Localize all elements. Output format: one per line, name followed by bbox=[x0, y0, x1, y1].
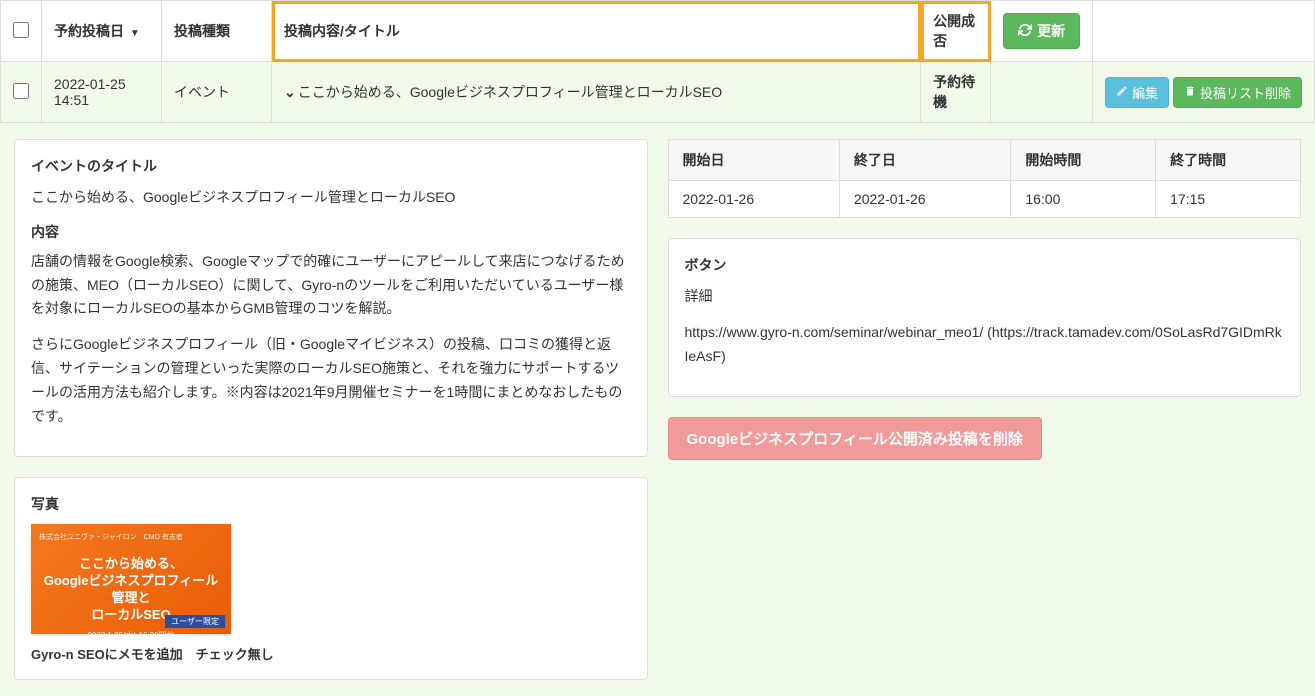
header-date-label: 予約投稿日 bbox=[54, 23, 124, 39]
photo-label: 写真 bbox=[31, 494, 631, 514]
row-checkbox[interactable] bbox=[13, 83, 29, 99]
content-label: 内容 bbox=[31, 222, 631, 242]
delete-list-button[interactable]: 投稿リスト削除 bbox=[1173, 77, 1302, 108]
end-date-value: 2022-01-26 bbox=[839, 181, 1010, 218]
end-date-header: 終了日 bbox=[839, 140, 1010, 181]
header-date[interactable]: 予約投稿日 ▼ bbox=[42, 1, 162, 62]
event-thumbnail[interactable]: 株式会社ユニヴァ・ジャイロン CMO 有志者 ここから始める、 Googleビジ… bbox=[31, 524, 231, 634]
cell-status: 予約待機 bbox=[921, 62, 991, 123]
event-detail-card: イベントのタイトル ここから始める、Googleビジネスプロフィール管理とローカ… bbox=[14, 139, 648, 457]
edit-button[interactable]: 編集 bbox=[1105, 77, 1169, 108]
posts-table: 予約投稿日 ▼ 投稿種類 投稿内容/タイトル 公開成否 更新 2022-01 bbox=[0, 0, 1315, 123]
detail-panel: イベントのタイトル ここから始める、Googleビジネスプロフィール管理とローカ… bbox=[0, 123, 1315, 696]
photo-card: 写真 株式会社ユニヴァ・ジャイロン CMO 有志者 ここから始める、 Googl… bbox=[14, 477, 648, 680]
start-date-value: 2022-01-26 bbox=[668, 181, 839, 218]
header-type: 投稿種類 bbox=[162, 1, 272, 62]
start-time-header: 開始時間 bbox=[1011, 140, 1156, 181]
start-time-value: 16:00 bbox=[1011, 181, 1156, 218]
table-row: 2022-01-25 14:51 イベント ⌄ここから始める、Googleビジネ… bbox=[1, 62, 1315, 123]
delete-published-post-button[interactable]: Googleビジネスプロフィール公開済み投稿を削除 bbox=[668, 417, 1042, 460]
update-button[interactable]: 更新 bbox=[1003, 13, 1080, 49]
refresh-icon bbox=[1018, 23, 1032, 40]
pencil-icon bbox=[1116, 85, 1128, 100]
button-card-label: ボタン bbox=[685, 255, 1285, 275]
event-title-label: イベントのタイトル bbox=[31, 156, 631, 176]
header-checkbox-cell bbox=[1, 1, 42, 62]
button-detail-label: 詳細 bbox=[685, 285, 1285, 309]
end-time-header: 終了時間 bbox=[1156, 140, 1301, 181]
caret-down-icon: ▼ bbox=[130, 28, 140, 39]
select-all-checkbox[interactable] bbox=[13, 22, 29, 38]
start-date-header: 開始日 bbox=[668, 140, 839, 181]
chevron-down-icon: ⌄ bbox=[284, 84, 296, 100]
header-title: 投稿内容/タイトル bbox=[272, 1, 921, 62]
thumbnail-caption: Gyro-n SEOにメモを追加 チェック無し bbox=[31, 644, 631, 663]
content-paragraph-1: 店舗の情報をGoogle検索、Googleマップで的確にユーザーにアピールして来… bbox=[31, 250, 631, 321]
header-actions-cell bbox=[1093, 1, 1315, 62]
event-title-value: ここから始める、Googleビジネスプロフィール管理とローカルSEO bbox=[31, 186, 631, 210]
cell-type: イベント bbox=[162, 62, 272, 123]
cell-date: 2022-01-25 14:51 bbox=[42, 62, 162, 123]
header-status: 公開成否 bbox=[921, 1, 991, 62]
button-url: https://www.gyro-n.com/seminar/webinar_m… bbox=[685, 321, 1285, 369]
content-paragraph-2: さらにGoogleビジネスプロフィール（旧・Googleマイビジネス）の投稿、口… bbox=[31, 333, 631, 428]
end-time-value: 17:15 bbox=[1156, 181, 1301, 218]
cell-title[interactable]: ⌄ここから始める、Googleビジネスプロフィール管理とローカルSEO bbox=[272, 62, 921, 123]
trash-icon bbox=[1184, 85, 1196, 100]
button-card: ボタン 詳細 https://www.gyro-n.com/seminar/we… bbox=[668, 238, 1302, 397]
date-table: 開始日 終了日 開始時間 終了時間 2022-01-26 2022-01-26 … bbox=[668, 139, 1302, 218]
thumb-main-text: ここから始める、 Googleビジネスプロフィール管理と ローカルSEO bbox=[39, 556, 223, 624]
header-update-cell: 更新 bbox=[991, 1, 1093, 62]
